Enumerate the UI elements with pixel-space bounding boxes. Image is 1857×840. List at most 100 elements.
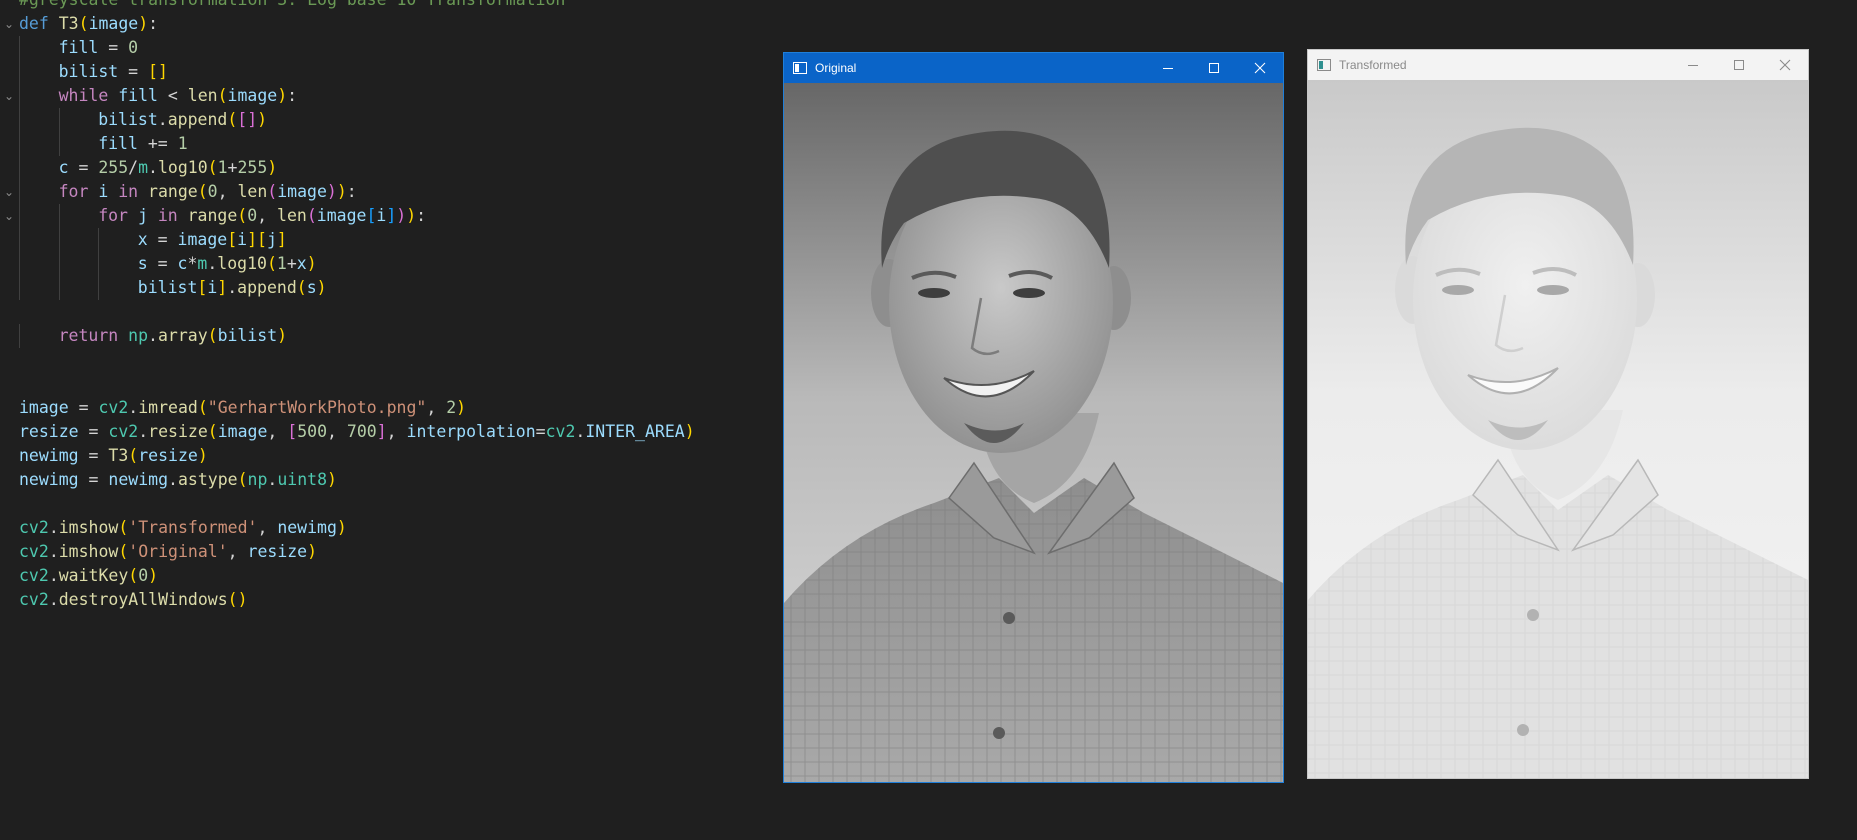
code-line[interactable]: x = image[i][j]	[0, 228, 760, 252]
code-token: .	[148, 326, 158, 345]
code-token: (	[306, 206, 317, 225]
maximize-icon	[1209, 63, 1219, 73]
code-token: (	[197, 398, 208, 417]
code-token: 700	[346, 422, 377, 441]
close-button[interactable]	[1237, 53, 1283, 83]
code-editor[interactable]: #greyscale transformation 3: Log base 10…	[0, 0, 760, 840]
code-token: 0	[247, 206, 258, 225]
code-token: T3	[58, 14, 79, 33]
code-token: .	[148, 158, 158, 177]
code-text: x = image[i][j]	[138, 228, 287, 252]
code-token: 2	[446, 398, 457, 417]
code-text: cv2.destroyAllWindows()	[19, 588, 248, 612]
code-token: ,	[257, 206, 278, 225]
maximize-button[interactable]	[1191, 53, 1237, 83]
code-line[interactable]: fill += 1	[0, 132, 760, 156]
code-line[interactable]	[0, 300, 760, 324]
code-line[interactable]: image = cv2.imread("GerhartWorkPhoto.png…	[0, 396, 760, 420]
code-token: :	[148, 14, 159, 33]
code-token: .	[267, 470, 278, 489]
code-line[interactable]: ⌄ for j in range(0, len(image[i])):	[0, 204, 760, 228]
code-token: .	[48, 566, 59, 585]
original-titlebar[interactable]: Original	[784, 53, 1283, 83]
code-line[interactable]: resize = cv2.resize(image, [500, 700], i…	[0, 420, 760, 444]
code-line[interactable]: ⌄ def T3(image):	[0, 12, 760, 36]
code-token: (	[207, 158, 218, 177]
minimize-button[interactable]	[1670, 50, 1716, 80]
code-token: newimg	[19, 470, 79, 489]
code-line[interactable]: ⌄ for i in range(0, len(image)):	[0, 180, 760, 204]
minimize-button[interactable]	[1145, 53, 1191, 83]
code-token: )	[197, 446, 208, 465]
code-line[interactable]: c = 255/m.log10(1+255)	[0, 156, 760, 180]
code-line[interactable]: cv2.imshow('Transformed', newimg)	[0, 516, 760, 540]
code-line[interactable]: s = c*m.log10(1+x)	[0, 252, 760, 276]
indent-guide	[19, 180, 20, 204]
code-token: )	[456, 398, 467, 417]
code-token: resize	[138, 446, 198, 465]
code-line[interactable]: bilist[i].append(s)	[0, 276, 760, 300]
code-token: range	[187, 206, 238, 225]
code-token: j	[266, 230, 277, 249]
code-text: bilist = []	[59, 60, 168, 84]
code-token: .	[575, 422, 586, 441]
code-line[interactable]: newimg = T3(resize)	[0, 444, 760, 468]
code-token: )	[327, 470, 337, 489]
code-token: bilist	[137, 278, 198, 297]
code-token: imshow	[58, 518, 119, 537]
code-line[interactable]: bilist.append([])	[0, 108, 760, 132]
code-token: waitKey	[58, 566, 129, 585]
code-token: bilist	[98, 110, 158, 129]
code-token: range	[148, 182, 198, 201]
code-line[interactable]: fill = 0	[0, 36, 760, 60]
code-token: (	[197, 182, 208, 201]
code-line[interactable]: bilist = []	[0, 60, 760, 84]
fold-chevron-icon[interactable]: ⌄	[2, 12, 16, 36]
code-line[interactable]: newimg = newimg.astype(np.uint8)	[0, 468, 760, 492]
code-token: in	[118, 182, 139, 201]
code-line[interactable]: cv2.destroyAllWindows()	[0, 588, 760, 612]
code-line[interactable]: cv2.waitKey(0)	[0, 564, 760, 588]
code-token: i	[207, 278, 218, 297]
indent-guide	[19, 252, 20, 276]
code-token: (	[207, 422, 218, 441]
code-token: (	[207, 326, 218, 345]
code-token: c	[58, 158, 69, 177]
code-token: newimg	[19, 446, 79, 465]
code-token: (	[118, 518, 129, 537]
indent-guide	[98, 228, 100, 252]
fold-chevron-icon[interactable]: ⌄	[2, 84, 16, 108]
code-token: /	[128, 158, 139, 177]
code-token: image	[316, 206, 367, 225]
code-line[interactable]	[0, 348, 760, 372]
original-window[interactable]: Original	[783, 52, 1284, 783]
maximize-button[interactable]	[1716, 50, 1762, 80]
code-text: for i in range(0, len(image)):	[59, 180, 357, 204]
code-line[interactable]	[0, 372, 760, 396]
transformed-titlebar[interactable]: Transformed	[1308, 50, 1808, 80]
code-token: ,	[257, 518, 278, 537]
code-token: "GerhartWorkPhoto.png"	[207, 398, 427, 417]
code-token: log10	[157, 158, 208, 177]
code-token: i	[98, 182, 109, 201]
indent-guide	[58, 252, 60, 276]
close-button[interactable]	[1762, 50, 1808, 80]
code-line[interactable]: ⌄ while fill < len(image):	[0, 84, 760, 108]
code-line[interactable]: return np.array(bilist)	[0, 324, 760, 348]
code-token: (	[237, 470, 248, 489]
code-line[interactable]	[0, 492, 760, 516]
code-line[interactable]: cv2.imshow('Original', resize)	[0, 540, 760, 564]
code-token: =	[78, 422, 109, 441]
fold-chevron-icon[interactable]: ⌄	[2, 204, 16, 228]
close-icon	[1254, 62, 1266, 74]
fold-chevron-icon[interactable]: ⌄	[2, 180, 16, 204]
code-token: .	[48, 518, 59, 537]
code-token: [	[287, 422, 298, 441]
code-line[interactable]: #greyscale transformation 3: Log base 10…	[0, 0, 760, 12]
code-token: 1	[217, 158, 228, 177]
code-token: cv2	[19, 542, 49, 561]
code-token: ]	[276, 230, 287, 249]
indent-guide	[58, 108, 60, 132]
transformed-window[interactable]: Transformed	[1307, 49, 1809, 779]
